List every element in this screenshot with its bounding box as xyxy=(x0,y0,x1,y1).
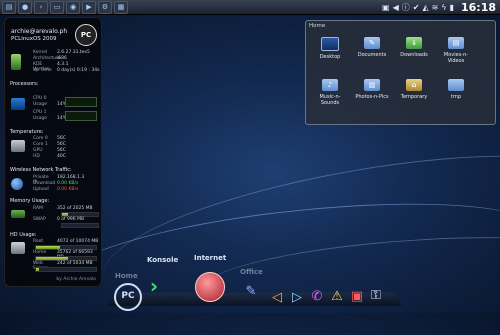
pclinuxos-logo: PC xyxy=(75,24,97,46)
briefcase-icon[interactable]: ▣ xyxy=(350,289,364,305)
info-icon[interactable]: ⓘ xyxy=(402,2,410,13)
dock-label-konsole: Konsole xyxy=(147,256,179,264)
memory-title: Memory Usage: xyxy=(10,198,50,204)
menu-icon[interactable]: ▤ xyxy=(2,0,16,14)
desktop-icon xyxy=(321,37,339,51)
volume-icon[interactable]: ◀ xyxy=(393,3,399,12)
home-bar-fill xyxy=(36,257,69,260)
system-row: Up Time 0 day(s) 0:19 : 34s xyxy=(33,68,100,73)
cpu0-graph xyxy=(65,97,97,107)
system-row: Architecture i686 xyxy=(33,56,67,61)
hd-title: HD Usage: xyxy=(10,232,37,238)
graphics-icon[interactable]: ◁ xyxy=(270,290,284,306)
pclinuxos-icon[interactable]: ● xyxy=(18,0,32,14)
office-icon[interactable]: ✎ xyxy=(242,284,260,300)
dock-label-office: Office xyxy=(240,268,263,276)
konsole-icon[interactable]: › xyxy=(34,0,48,14)
wireless-icon[interactable]: ≋ xyxy=(432,3,439,12)
folder-downloads[interactable]: ↓ Downloads xyxy=(396,37,432,58)
swap-bar xyxy=(61,223,99,228)
battery-icon[interactable]: ▮ xyxy=(450,3,454,12)
media-icon[interactable]: ▷ xyxy=(290,290,304,306)
folder-movies-n-videos[interactable]: ▤ Movies-n-Videos xyxy=(438,37,474,64)
media-icon[interactable]: ▶ xyxy=(82,0,96,14)
video-icon: ▤ xyxy=(448,37,464,49)
processors-title: Processors: xyxy=(10,81,39,87)
folder-tmp[interactable]: tmp xyxy=(438,79,474,100)
system-row: Kernel 2.6.27.31.tex5 xyxy=(33,50,90,55)
ram-icon xyxy=(11,210,25,218)
dock-label-home: Home xyxy=(115,272,138,280)
desktop-icon[interactable]: ▦ xyxy=(114,0,128,14)
downloads-icon: ↓ xyxy=(406,37,422,49)
power-icon[interactable]: ϟ xyxy=(441,3,446,12)
temperature-icon xyxy=(11,140,25,152)
folder-music-n-sounds[interactable]: ♪ Music-n-Sounds xyxy=(312,79,348,106)
lock-icon[interactable]: ⚿ xyxy=(369,288,383,304)
net-row: Upload 0.00 KB/s xyxy=(33,187,79,192)
home-folder-view: Home Desktop ✎ Documents ↓ Downloads ▤ M… xyxy=(305,20,496,125)
system-info-widget: archie@arevalo.ph PCLinuxOS 2009 PC Kern… xyxy=(4,17,102,287)
folder-photos-n-pics[interactable]: ▨ Photos-n-Pics xyxy=(354,79,390,100)
hd-row: Root 4072 of 10074 MB xyxy=(33,239,99,244)
mem-row: RAM 352 of 2025 MB xyxy=(33,206,93,211)
mem-row: SWAP 0 of 996 MB xyxy=(33,217,85,222)
folder-desktop[interactable]: Desktop xyxy=(312,37,348,60)
dock-label-internet: Internet xyxy=(194,254,227,262)
update-icon[interactable]: ✔ xyxy=(413,3,420,12)
top-panel: ▤ ● › ▭ ◉ ▶ ⚙ ▦ ▣ ◀ ⓘ ✔ ◭ ≋ ϟ ▮ 16:18 xyxy=(0,0,500,15)
cpu-row: Usage 14% xyxy=(33,102,68,107)
pclinuxos-icon[interactable]: PC xyxy=(114,283,142,311)
settings-icon[interactable]: ⚙ xyxy=(98,0,112,14)
clipboard-icon[interactable]: ▣ xyxy=(382,3,390,12)
system-icon xyxy=(11,54,21,70)
ram-bar-fill xyxy=(62,213,69,216)
temperature-title: Temperature: xyxy=(10,129,44,135)
folder-icon[interactable]: ▭ xyxy=(50,0,64,14)
webserver-bar-fill xyxy=(36,268,39,271)
network-title: Wireless Network Traffic: xyxy=(10,167,72,173)
system-tray: ▣ ◀ ⓘ ✔ ◭ ≋ ϟ ▮ 16:18 xyxy=(382,0,500,14)
temp-row: Core 1 56C xyxy=(33,142,66,147)
folder-icon xyxy=(448,79,464,91)
webserver-bar xyxy=(35,267,97,272)
documents-icon: ✎ xyxy=(364,37,380,49)
temp-row: Core 0 56C xyxy=(33,136,66,141)
root-bar-fill xyxy=(36,246,60,249)
warning-icon[interactable]: ⚠ xyxy=(330,289,344,305)
cpu1-graph xyxy=(65,111,97,121)
tools-icon[interactable]: ✆ xyxy=(310,289,324,305)
browser-icon[interactable]: ◉ xyxy=(66,0,80,14)
os-name: PCLinuxOS 2009 xyxy=(11,36,57,42)
photos-icon: ▨ xyxy=(364,79,380,91)
cpu-row: Usage 14% xyxy=(33,116,68,121)
folder-documents[interactable]: ✎ Documents xyxy=(354,37,390,58)
temporary-icon: ⌂ xyxy=(406,79,422,91)
clock[interactable]: 16:18 xyxy=(461,1,496,14)
folder-view-title: Home xyxy=(309,23,326,29)
cpu-row: CPU 0 xyxy=(33,96,47,101)
folder-temporary[interactable]: ⌂ Temporary xyxy=(396,79,432,100)
net-row: Download 0.00 KB/s xyxy=(33,181,79,186)
cpu-row: CPU 1 xyxy=(33,110,47,115)
temp-row: HD 40C xyxy=(33,154,66,159)
network-icon[interactable]: ◭ xyxy=(422,3,428,12)
cpu-icon xyxy=(11,98,25,110)
music-icon: ♪ xyxy=(322,79,338,91)
author-credit: by Archie Arevalo xyxy=(56,277,96,282)
temp-row: GPU 56C xyxy=(33,148,66,153)
harddisk-icon xyxy=(11,242,25,254)
user-host: archie@arevalo.ph xyxy=(11,28,68,35)
konsole-icon[interactable]: › xyxy=(145,276,163,296)
internet-icon[interactable] xyxy=(195,272,225,302)
globe-icon xyxy=(11,178,23,190)
